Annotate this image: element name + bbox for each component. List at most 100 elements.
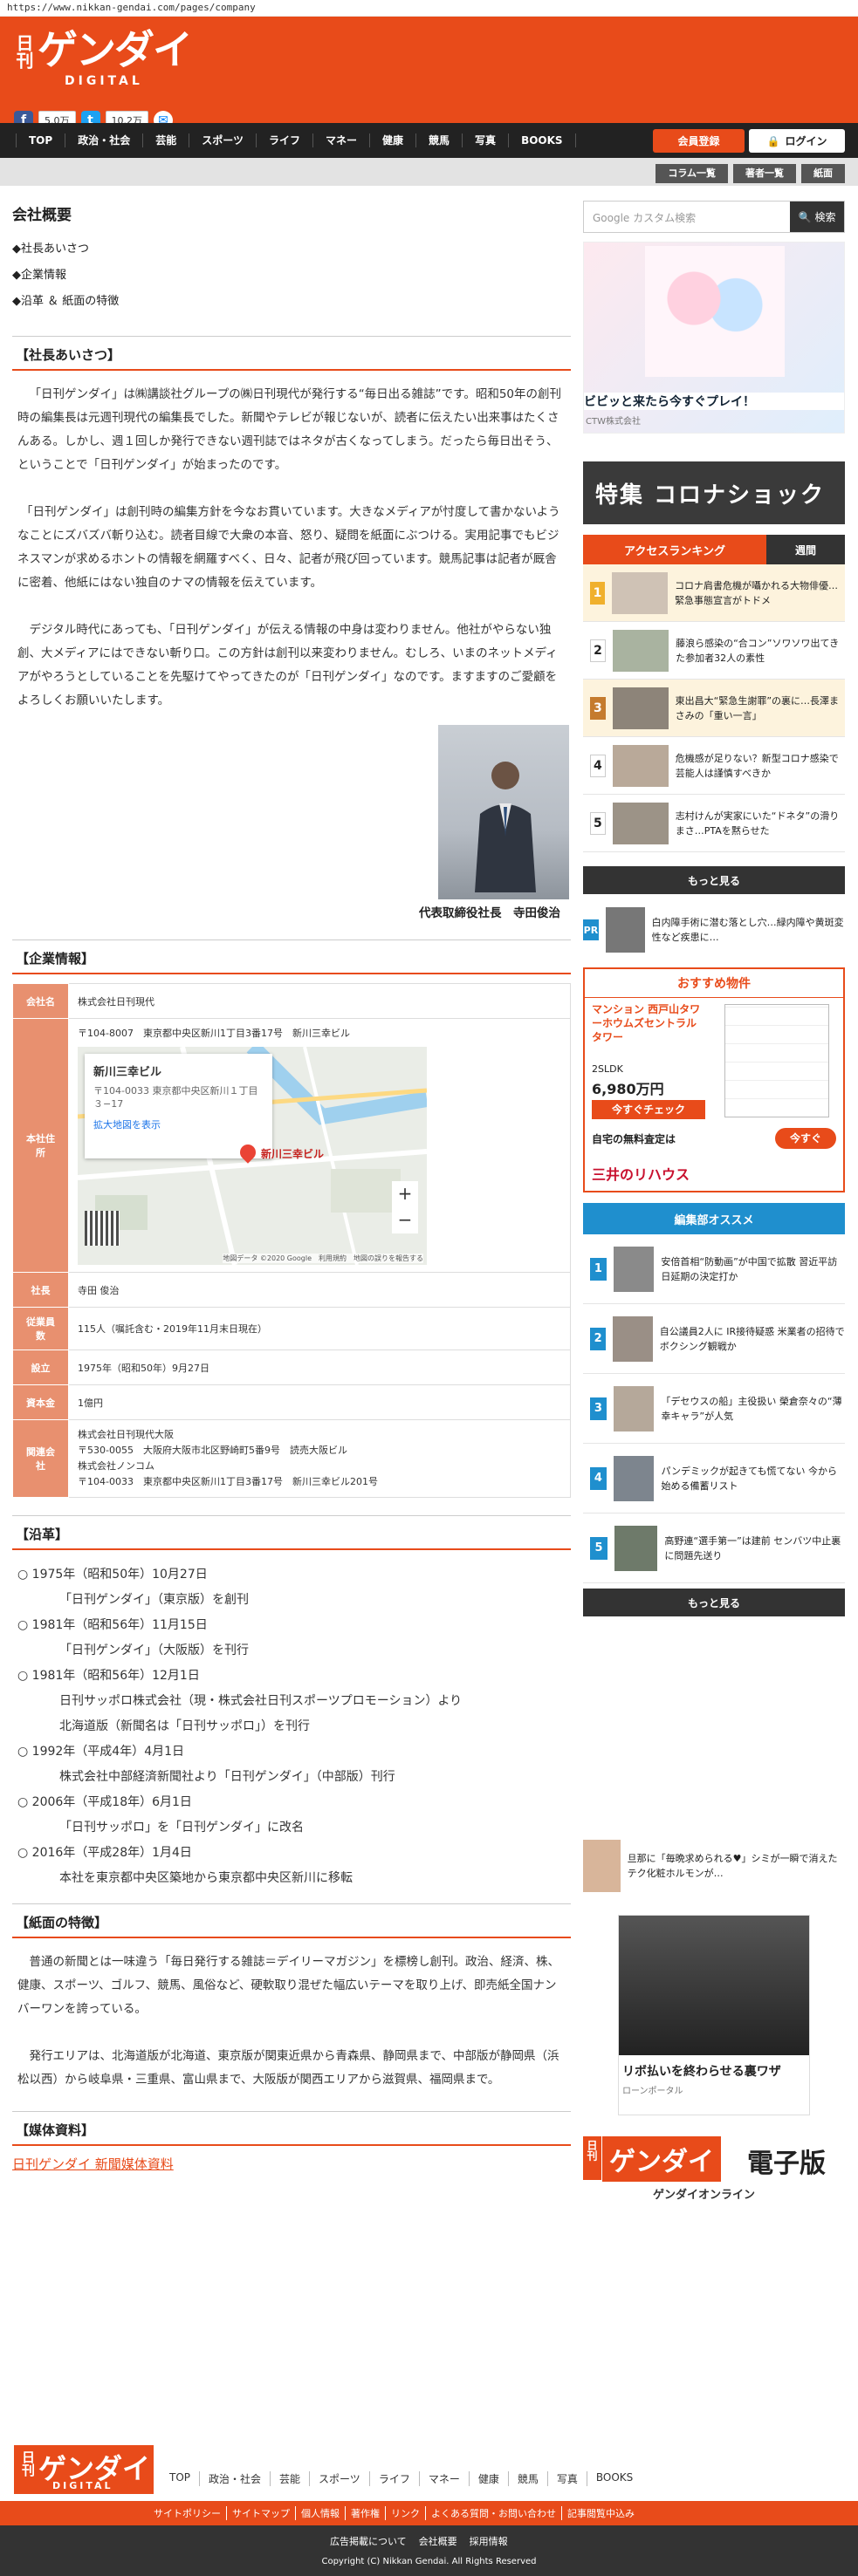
game-ad[interactable]: ビビッと来たら今すぐプレイ！ CTW株式会社 <box>583 242 845 434</box>
footer-link[interactable]: 広告掲載について <box>330 2534 407 2548</box>
toc-greeting[interactable]: ◆社長あいさつ <box>12 236 571 263</box>
column-list-button[interactable]: コラム一覧 <box>656 164 728 183</box>
site-logo[interactable]: 日刊 ゲンダイ DIGITAL <box>13 29 193 90</box>
history-date: ○ 2006年（平成18年）6月1日 <box>17 1795 192 1809</box>
pick-title: 安倍首相“防動画”が中国で拡散 習近平訪日延期の決定打か <box>661 1255 838 1282</box>
rank-thumbnail <box>613 629 669 672</box>
footer-link[interactable]: 会社概要 <box>419 2534 457 2548</box>
logo-nikkan: 日刊 <box>13 34 34 69</box>
ceo-block <box>12 725 571 908</box>
nav-life[interactable]: ライフ <box>257 133 313 147</box>
pr-item[interactable]: PR 白内障手術に潜む落とし穴…緑内障や黄斑変性など疾患に… <box>583 905 845 955</box>
list-item[interactable]: 3 東出昌大“緊急生謝罪”の裏に…長澤まさみの「重い一言」 <box>583 680 845 737</box>
footer-nav-item[interactable]: 政治・社会 <box>200 2471 271 2486</box>
list-item[interactable]: 5 高野連“選手第一”は建前 センバツ中止裏に問題先送り <box>583 1513 845 1583</box>
nav-health[interactable]: 健康 <box>370 133 417 147</box>
house-ad-check-button[interactable]: 今すぐチェック <box>592 1100 705 1119</box>
footer-nav-item[interactable]: スポーツ <box>310 2471 370 2486</box>
rank-thumbnail <box>612 687 669 729</box>
nav-sports[interactable]: スポーツ <box>189 133 257 147</box>
nav-money[interactable]: マネー <box>313 133 371 147</box>
pick-title: 高野連“選手第一”は建前 センバツ中止裏に問題先送り <box>664 1534 841 1561</box>
footer-link[interactable]: よくある質問・お問い合わせ <box>426 2506 562 2520</box>
login-button[interactable]: 🔒 ログイン <box>749 129 845 153</box>
url-bar[interactable]: https://www.nikkan-gendai.com/pages/comp… <box>0 0 858 17</box>
list-item[interactable]: 1 コロナ肩書危機が囁かれる大物俳優…緊急事態宣言がトドメ <box>583 564 845 622</box>
toc-company[interactable]: ◆企業情報 <box>12 263 571 289</box>
footer-link[interactable]: 個人情報 <box>296 2506 346 2520</box>
list-item[interactable]: 5 志村けんが実家にいた“ドネタ”の滑りまさ…PTAを黙らせた <box>583 795 845 852</box>
nav-books[interactable]: BOOKS <box>509 133 576 147</box>
real-estate-ad[interactable]: おすすめ物件 マンション 西戸山タワーホウムズセントラルタワー 2SLDK 6,… <box>583 967 845 1192</box>
nav-photo[interactable]: 写真 <box>463 133 510 147</box>
pick-thumbnail <box>613 1315 653 1362</box>
footer-nav-item[interactable]: ライフ <box>370 2471 420 2486</box>
loan-ad[interactable]: リボ払いを終わらせる裏ワザ ローンポータル <box>618 1915 810 2115</box>
nav-entertainment[interactable]: 芸能 <box>143 133 190 147</box>
row-label: 資本金 <box>12 1384 69 1420</box>
footer-link[interactable]: サイトポリシー <box>148 2506 227 2520</box>
map-copyright: 地図データ ©2020 Google 利用規約 地図の誤りを報告する <box>223 1254 423 1263</box>
author-list-button[interactable]: 著者一覧 <box>733 164 796 183</box>
ranking-tab-weekly[interactable]: 週間 <box>766 535 845 564</box>
pick-number: 2 <box>590 1327 607 1350</box>
map-enlarge-link[interactable]: 拡大地図を表示 <box>93 1117 264 1131</box>
register-button[interactable]: 会員登録 <box>653 129 745 153</box>
ranking-more-button[interactable]: もっと見る <box>583 866 845 894</box>
pick-thumbnail <box>613 1385 655 1431</box>
nav-top[interactable]: TOP <box>16 133 66 147</box>
footer-nav-item[interactable]: 写真 <box>548 2471 587 2486</box>
editor-more-button[interactable]: もっと見る <box>583 1589 845 1616</box>
footer-link[interactable]: リンク <box>386 2506 426 2520</box>
nav-keiba[interactable]: 競馬 <box>416 133 463 147</box>
list-item[interactable]: 4 パンデミックが起きても慌てない 今から始める備蓄リスト <box>583 1444 845 1513</box>
rank-number: 1 <box>590 581 606 605</box>
list-item[interactable]: 2 自公議員2人に IR接待疑惑 米業者の招待でボクシング観戦か <box>583 1304 845 1374</box>
pr-item-2[interactable]: 旦那に「毎晩求められる♥」シミが一瞬で消えたテク化粧ホルモンが… <box>583 1831 845 1901</box>
footer-nav-item[interactable]: 芸能 <box>271 2471 311 2486</box>
loan-ad-sponsor: ローンポータル <box>622 2087 683 2096</box>
search-input[interactable]: Google カスタム検索 <box>584 202 790 232</box>
table-row: 社長 寺田 俊治 <box>12 1272 571 1308</box>
footer-nav-item[interactable]: TOP <box>161 2471 201 2486</box>
editor-picks-header: 編集部オススメ <box>583 1203 845 1234</box>
footer-nav-item[interactable]: マネー <box>420 2471 470 2486</box>
footer-link[interactable]: 著作権 <box>346 2506 386 2520</box>
toc-history[interactable]: ◆沿革 ＆ 紙面の特徴 <box>12 289 571 315</box>
footer-logo[interactable]: 日刊 ゲンダイ DIGITAL <box>14 2445 154 2494</box>
section-heading-company: 【企業情報】 <box>12 940 571 974</box>
list-item[interactable]: 1 安倍首相“防動画”が中国で拡散 習近平訪日延期の決定打か <box>583 1234 845 1304</box>
paper-button[interactable]: 紙面 <box>801 164 845 183</box>
footer-link[interactable]: 採用情報 <box>470 2534 508 2548</box>
search-button[interactable]: 🔍 検索 <box>790 202 844 232</box>
nav-politics[interactable]: 政治・社会 <box>65 133 144 147</box>
ranking-tab-access[interactable]: アクセスランキング <box>583 535 766 564</box>
history-text: 日刊サッポロ株式会社（現・株式会社日刊スポーツプロモーション）より <box>59 1694 463 1708</box>
corona-banner[interactable]: 特集 コロナショック <box>583 461 845 524</box>
house-ad-now-button[interactable]: 今すぐ <box>775 1128 836 1149</box>
footer-nav-item[interactable]: BOOKS <box>587 2471 642 2486</box>
greeting-paragraph-2: 「日刊ゲンダイ」は創刊時の編集方針を今なお貫いています。大きなメディアが忖度して… <box>17 505 560 590</box>
list-item[interactable]: 3 「デセウスの船」主役扱い 榮倉奈々の“薄幸キャラ”が人気 <box>583 1374 845 1444</box>
table-of-contents: ◆社長あいさつ ◆企業情報 ◆沿革 ＆ 紙面の特徴 <box>12 236 571 315</box>
media-kit-link[interactable]: 日刊ゲンダイ 新聞媒体資料 <box>12 2146 571 2173</box>
ebook-banner[interactable]: 日刊 ゲンダイ 電子版 ゲンダイオンライン <box>583 2133 845 2203</box>
section-heading-media: 【媒体資料】 <box>12 2111 571 2146</box>
rank-thumbnail <box>612 571 669 614</box>
rank-title: 東出昌大“緊急生謝罪”の裏に…長澤まさみの「重い一言」 <box>675 694 840 721</box>
list-item[interactable]: 2 藤浪ら感染の“合コン”ソワソワ出てきた参加者32人の素性 <box>583 622 845 680</box>
row-label: 本社住所 <box>12 1018 69 1273</box>
page-title: 会社概要 <box>12 207 72 224</box>
greeting-paragraph-1: 「日刊ゲンダイ」は㈱講談社グループの㈱日刊現代が発行する“毎日出る雑誌”です。昭… <box>17 387 562 472</box>
google-map[interactable]: 新川三幸ビル 〒104-0033 東京都中央区新川１丁目３−17 拡大地図を表示… <box>78 1047 427 1265</box>
footer-nav-item[interactable]: 競馬 <box>509 2471 548 2486</box>
list-item[interactable]: 4 危機感が足りない？新型コロナ感染で芸能人は謹慎すべきか <box>583 737 845 795</box>
footer-nav-item[interactable]: 健康 <box>470 2471 509 2486</box>
zoom-out-button[interactable]: − <box>392 1207 418 1233</box>
zoom-in-button[interactable]: + <box>392 1181 418 1207</box>
sidebar: Google カスタム検索 🔍 検索 ビビッと来たら今すぐプレイ！ CTW株式会社… <box>583 201 845 2203</box>
row-value: 1975年（昭和50年）9月27日 <box>68 1349 571 1385</box>
footer-link[interactable]: 記事閲覧中込み <box>562 2506 640 2520</box>
footer-link[interactable]: サイトマップ <box>227 2506 296 2520</box>
related-line: 株式会社ノンコム <box>78 1460 154 1472</box>
